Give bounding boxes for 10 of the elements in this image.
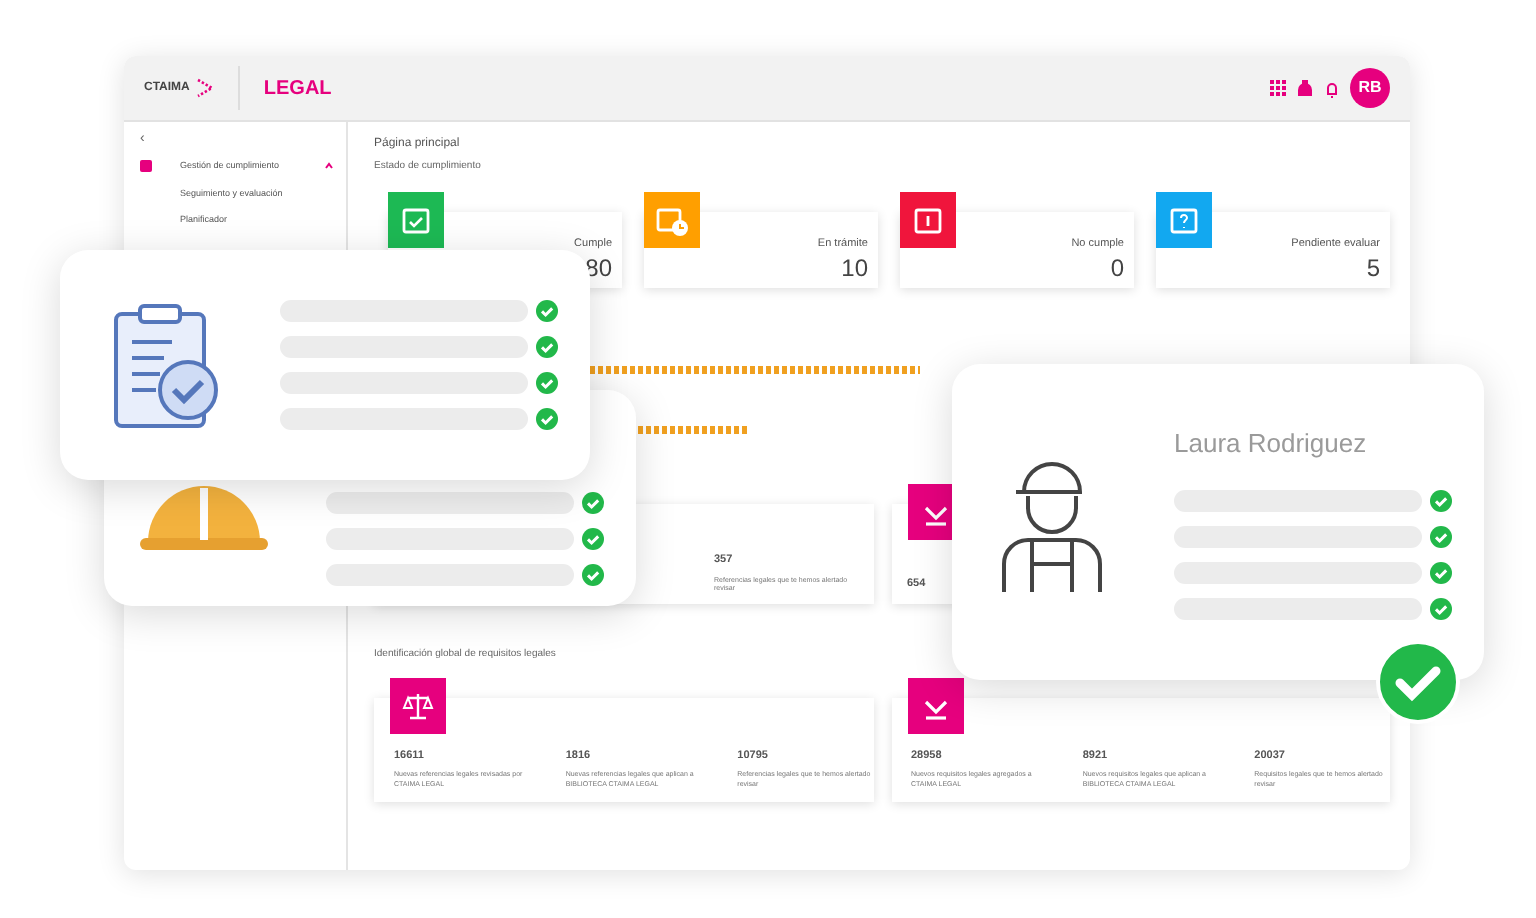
status-count: 10: [841, 253, 868, 281]
product-name: LEGAL: [263, 75, 332, 103]
status-count: 5: [1366, 253, 1380, 281]
apps-grid-icon[interactable]: [1270, 80, 1286, 96]
user-avatar[interactable]: RB: [1350, 68, 1390, 108]
logo-mark-icon: [195, 78, 214, 98]
bell-icon[interactable]: [1324, 79, 1340, 97]
status-count: 0: [1110, 253, 1124, 281]
person-name: Laura Rodriguez: [1174, 426, 1367, 463]
hard-hat-icon: [140, 486, 268, 550]
